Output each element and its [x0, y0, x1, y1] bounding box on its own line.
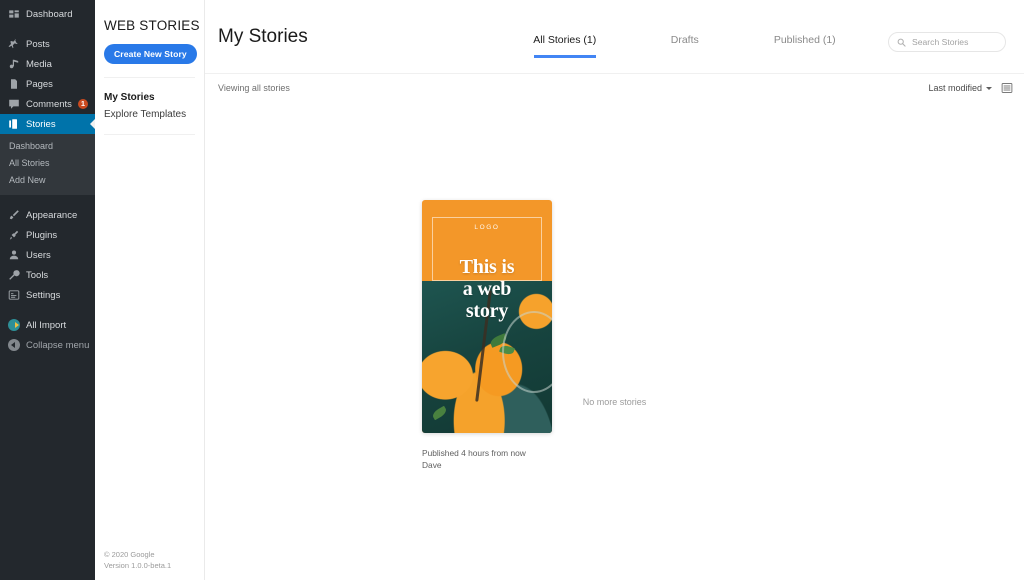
list-view-icon[interactable] [1001, 82, 1013, 94]
web-stories-nav: WEB STORIES Create New Story My Stories … [95, 0, 205, 580]
sidebar-item-comments[interactable]: Comments 1 [0, 94, 95, 114]
sidebar-item-appearance[interactable]: Appearance [0, 205, 95, 225]
web-stories-title: WEB STORIES [104, 18, 200, 33]
nav-links: My Stories Explore Templates [104, 78, 204, 123]
sidebar-label: Users [26, 249, 51, 261]
search-input[interactable] [912, 37, 997, 47]
sidebar-item-stories[interactable]: Stories [0, 114, 95, 134]
sort-dropdown[interactable]: Last modified [928, 83, 992, 93]
users-icon [7, 249, 20, 262]
nav-footer: © 2020 Google Version 1.0.0-beta.1 [104, 549, 171, 571]
sidebar-item-all-import[interactable]: All Import [0, 315, 95, 335]
comments-count-badge: 1 [77, 99, 88, 109]
pin-icon [7, 38, 20, 51]
sidebar-label: Collapse menu [26, 339, 90, 351]
sidebar-label: Stories [26, 118, 56, 130]
nav-divider-bottom [104, 134, 195, 135]
chevron-down-icon [986, 86, 992, 90]
sidebar-item-collapse-menu[interactable]: Collapse menu [0, 335, 95, 355]
story-headline-line-3: story [465, 300, 509, 322]
search-icon [897, 38, 906, 47]
sidebar-label: Settings [26, 289, 61, 301]
story-headline-line-1: This is [459, 256, 515, 278]
viewing-status-text: Viewing all stories [218, 83, 290, 93]
search-wrapper [888, 32, 1006, 52]
all-import-icon [7, 319, 20, 332]
sidebar-label: Pages [26, 78, 53, 90]
collapse-arrow-icon [7, 339, 20, 352]
settings-icon [7, 289, 20, 302]
media-icon [7, 58, 20, 71]
tab-published[interactable]: Published (1) [745, 34, 865, 58]
sidebar-label: Tools [26, 269, 49, 281]
stories-grid: LOGO This is a web story Published 4 hou… [205, 102, 1024, 580]
submenu-item-all-stories[interactable]: All Stories [0, 155, 95, 172]
sidebar-label: Plugins [26, 229, 58, 241]
app-root: Dashboard Posts Media Pages Comments 1 S… [0, 0, 1024, 580]
brush-icon [7, 209, 20, 222]
sidebar-divider-2 [0, 195, 95, 205]
story-logo-text: LOGO [474, 224, 500, 231]
footer-version: Version 1.0.0-beta.1 [104, 561, 172, 570]
sidebar-divider-3 [0, 305, 95, 315]
footer-copyright: © 2020 Google [104, 550, 155, 559]
main-header: My Stories All Stories (1) Drafts Publis… [205, 0, 1024, 74]
stories-submenu: Dashboard All Stories Add New [0, 134, 95, 195]
create-new-story-button[interactable]: Create New Story [104, 44, 197, 64]
sidebar-item-tools[interactable]: Tools [0, 265, 95, 285]
sidebar-item-media[interactable]: Media [0, 54, 95, 74]
sidebar-label: All Import [26, 319, 67, 331]
sidebar-item-dashboard[interactable]: Dashboard [0, 4, 95, 24]
sidebar-label: Dashboard [26, 8, 73, 20]
sidebar-label: Posts [26, 38, 50, 50]
story-status: Published 4 hours from now [422, 448, 526, 458]
nav-link-explore-templates[interactable]: Explore Templates [104, 106, 204, 123]
sidebar-label: Comments [26, 98, 72, 110]
no-more-stories-text: No more stories [582, 397, 647, 407]
sidebar-item-users[interactable]: Users [0, 245, 95, 265]
stories-icon [7, 118, 20, 131]
plug-icon [7, 229, 20, 242]
page-icon [7, 78, 20, 91]
story-author: Dave [422, 460, 442, 470]
story-headline-line-2: a web [462, 278, 512, 300]
sidebar-label: Media [26, 58, 52, 70]
sort-dropdown-label: Last modified [928, 83, 982, 93]
story-headline: This is a web story [422, 256, 552, 322]
page-title: My Stories [218, 26, 308, 47]
sidebar-item-settings[interactable]: Settings [0, 285, 95, 305]
sidebar-item-pages[interactable]: Pages [0, 74, 95, 94]
sidebar-item-plugins[interactable]: Plugins [0, 225, 95, 245]
comment-icon [7, 98, 20, 111]
sidebar-label: Appearance [26, 209, 78, 221]
submenu-item-dashboard[interactable]: Dashboard [0, 138, 95, 155]
tab-drafts[interactable]: Drafts [625, 34, 745, 58]
search-box[interactable] [888, 32, 1006, 52]
submenu-item-add-new[interactable]: Add New [0, 172, 95, 189]
sidebar-item-posts[interactable]: Posts [0, 34, 95, 54]
sub-toolbar: Viewing all stories Last modified [205, 74, 1024, 102]
wp-admin-sidebar: Dashboard Posts Media Pages Comments 1 S… [0, 0, 95, 580]
dashboard-icon [7, 8, 20, 21]
tab-bar: All Stories (1) Drafts Published (1) [505, 34, 865, 58]
main-content: My Stories All Stories (1) Drafts Publis… [205, 0, 1024, 580]
tab-all-stories[interactable]: All Stories (1) [505, 34, 625, 58]
story-card[interactable]: LOGO This is a web story Published 4 hou… [422, 200, 552, 471]
sub-toolbar-right: Last modified [928, 82, 1013, 94]
nav-link-my-stories[interactable]: My Stories [104, 89, 204, 106]
story-meta: Published 4 hours from now Dave [422, 447, 552, 471]
wrench-icon [7, 269, 20, 282]
sidebar-divider [0, 24, 95, 34]
